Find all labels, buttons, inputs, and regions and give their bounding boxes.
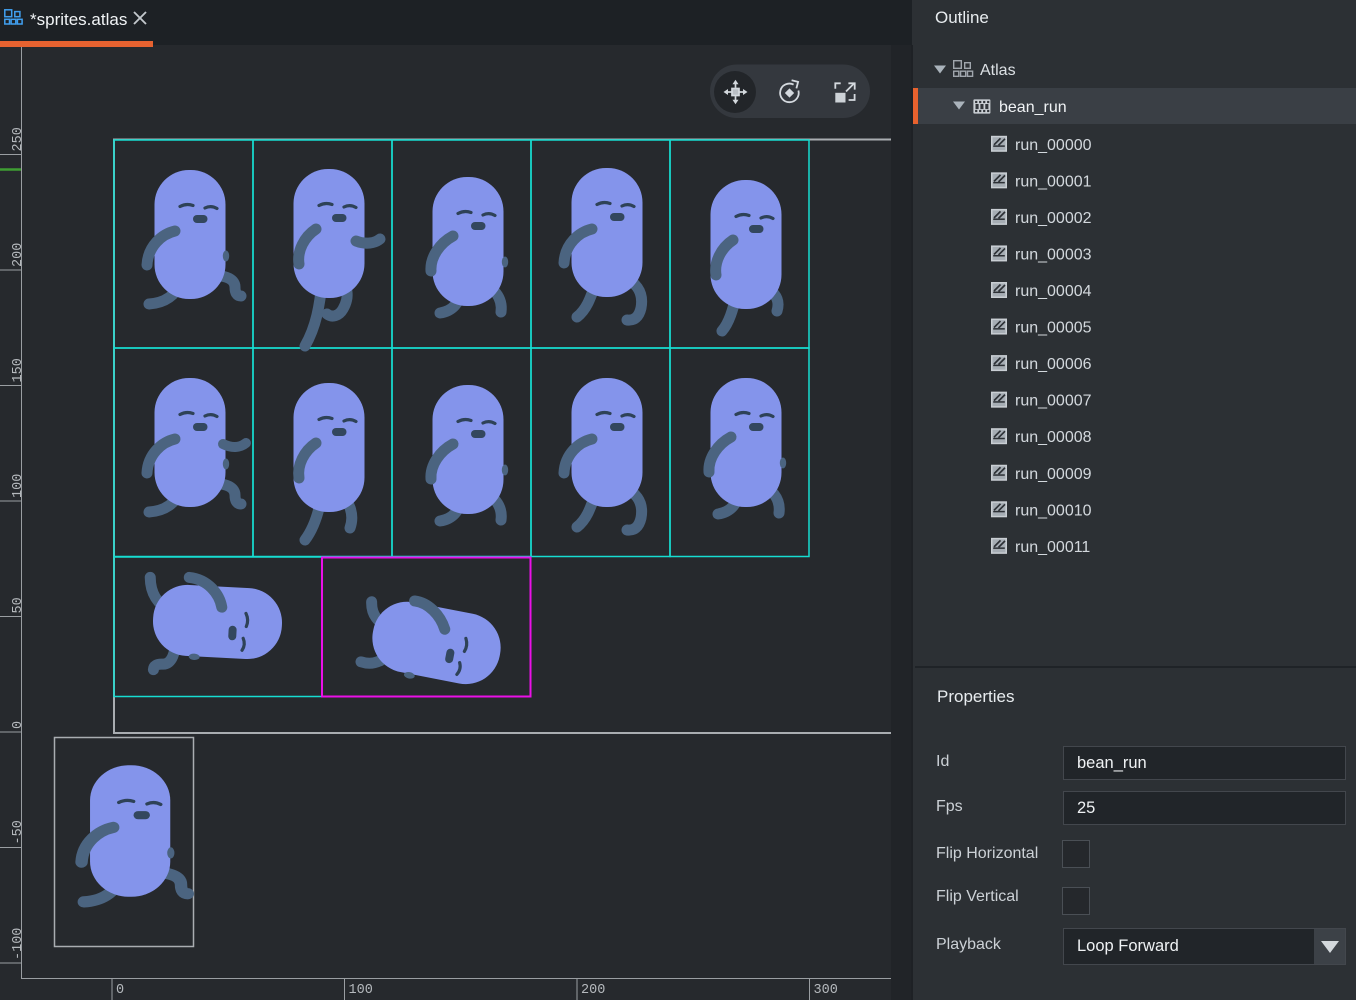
svg-text:bean_run: bean_run: [999, 99, 1067, 116]
svg-text:0: 0: [11, 721, 26, 729]
svg-text:run_00005: run_00005: [1015, 320, 1092, 337]
svg-text:250: 250: [11, 127, 26, 151]
svg-text:300: 300: [814, 983, 838, 998]
svg-text:run_00000: run_00000: [1015, 137, 1092, 154]
svg-text:run_00010: run_00010: [1015, 502, 1092, 519]
svg-text:run_00007: run_00007: [1015, 393, 1092, 410]
svg-text:run_00006: run_00006: [1015, 356, 1092, 373]
svg-text:run_00008: run_00008: [1015, 429, 1092, 446]
svg-text:200: 200: [11, 243, 26, 267]
svg-text:150: 150: [11, 358, 26, 382]
svg-text:run_00001: run_00001: [1015, 173, 1092, 190]
svg-text:run_00011: run_00011: [1015, 539, 1090, 556]
svg-text:100: 100: [349, 983, 373, 998]
svg-text:-100: -100: [11, 928, 26, 960]
svg-text:50: 50: [11, 597, 26, 613]
svg-text:Atlas: Atlas: [980, 62, 1016, 79]
svg-text:run_00004: run_00004: [1015, 283, 1092, 300]
svg-text:run_00009: run_00009: [1015, 466, 1092, 483]
svg-text:0: 0: [116, 983, 124, 998]
svg-text:100: 100: [11, 474, 26, 498]
svg-text:-50: -50: [11, 820, 26, 844]
svg-text:200: 200: [581, 983, 605, 998]
svg-text:run_00003: run_00003: [1015, 246, 1092, 263]
svg-text:run_00002: run_00002: [1015, 210, 1092, 227]
